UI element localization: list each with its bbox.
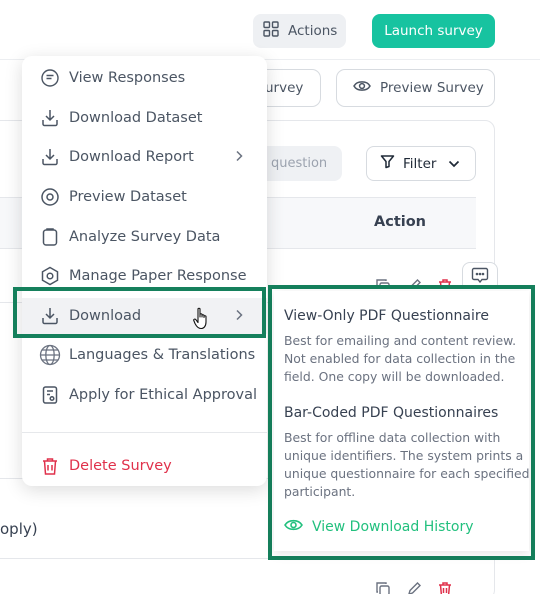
action-column-header: Action xyxy=(374,214,427,230)
eye-icon xyxy=(284,518,303,536)
menu-item-label: Preview Dataset xyxy=(69,189,187,205)
view-responses-icon xyxy=(39,67,61,89)
menu-item-label: Download Report xyxy=(69,149,194,165)
eye-icon xyxy=(353,79,371,97)
edit-survey-label: urvey xyxy=(265,80,304,96)
menu-item-languages-translations[interactable]: Languages & Translations xyxy=(22,337,267,373)
clipboard-icon xyxy=(39,226,61,248)
eye-icon xyxy=(39,186,61,208)
filter-label: Filter xyxy=(403,155,437,172)
menu-item-apply-ethical-approval[interactable]: Apply for Ethical Approval xyxy=(22,377,267,413)
actions-button[interactable]: Actions xyxy=(253,14,346,48)
menu-item-delete-survey[interactable]: Delete Survey xyxy=(22,448,267,484)
hexagon-icon xyxy=(39,265,61,287)
menu-item-download-report[interactable]: Download Report xyxy=(22,139,267,175)
menu-item-download-dataset[interactable]: Download Dataset xyxy=(22,100,267,136)
search-placeholder: question xyxy=(271,156,328,171)
table-cell-text: oply) xyxy=(0,520,38,538)
copy-icon[interactable] xyxy=(375,581,391,594)
view-only-pdf-description: Best for emailing and content review. No… xyxy=(284,333,517,384)
view-download-history-link[interactable]: View Download History xyxy=(284,518,474,536)
preview-survey-label: Preview Survey xyxy=(380,80,484,96)
edit-icon[interactable] xyxy=(406,581,422,594)
menu-divider xyxy=(22,432,267,433)
menu-item-label: Analyze Survey Data xyxy=(69,229,221,245)
bar-coded-pdf-option[interactable]: Bar-Coded PDF Questionnaires xyxy=(284,405,498,421)
launch-survey-button[interactable]: Launch survey xyxy=(372,14,495,48)
menu-item-view-responses[interactable]: View Responses xyxy=(22,60,267,96)
submenu-panel: View-Only PDF Questionnaire Best for ema… xyxy=(274,291,530,551)
actions-label: Actions xyxy=(288,23,338,39)
download-icon xyxy=(39,107,61,129)
menu-item-analyze-survey-data[interactable]: Analyze Survey Data xyxy=(22,219,267,255)
highlight-box xyxy=(13,287,266,338)
menu-item-label: Manage Paper Response xyxy=(69,268,247,284)
menu-item-label: Languages & Translations xyxy=(69,347,256,363)
trash-icon xyxy=(39,455,61,477)
view-download-history-label: View Download History xyxy=(312,519,474,535)
grid-icon xyxy=(263,21,279,41)
chevron-down-icon xyxy=(448,156,460,172)
search-input[interactable]: question xyxy=(255,146,342,181)
chevron-right-icon xyxy=(235,150,243,166)
download-icon xyxy=(39,146,61,168)
bar-coded-pdf-description: Best for offline data collection with un… xyxy=(284,430,530,499)
hand-pointer-icon xyxy=(193,307,210,335)
trash-icon[interactable] xyxy=(437,581,453,594)
download-submenu: View-Only PDF Questionnaire Best for ema… xyxy=(268,285,535,560)
preview-survey-button[interactable]: Preview Survey xyxy=(336,69,495,107)
top-bar: Actions Launch survey xyxy=(0,0,540,60)
filter-icon xyxy=(380,154,395,173)
row-action-icons xyxy=(375,581,453,594)
menu-item-label: View Responses xyxy=(69,70,186,86)
menu-item-label: Download Dataset xyxy=(69,110,203,126)
document-icon xyxy=(39,384,61,406)
view-only-pdf-option[interactable]: View-Only PDF Questionnaire xyxy=(284,308,489,324)
globe-icon xyxy=(39,344,61,366)
filter-button[interactable]: Filter xyxy=(366,146,476,181)
menu-item-preview-dataset[interactable]: Preview Dataset xyxy=(22,179,267,215)
actions-dropdown-menu: View Responses Download Dataset Download… xyxy=(22,56,267,486)
delete-survey-label: Delete Survey xyxy=(69,458,172,474)
menu-item-label: Apply for Ethical Approval xyxy=(69,387,257,403)
